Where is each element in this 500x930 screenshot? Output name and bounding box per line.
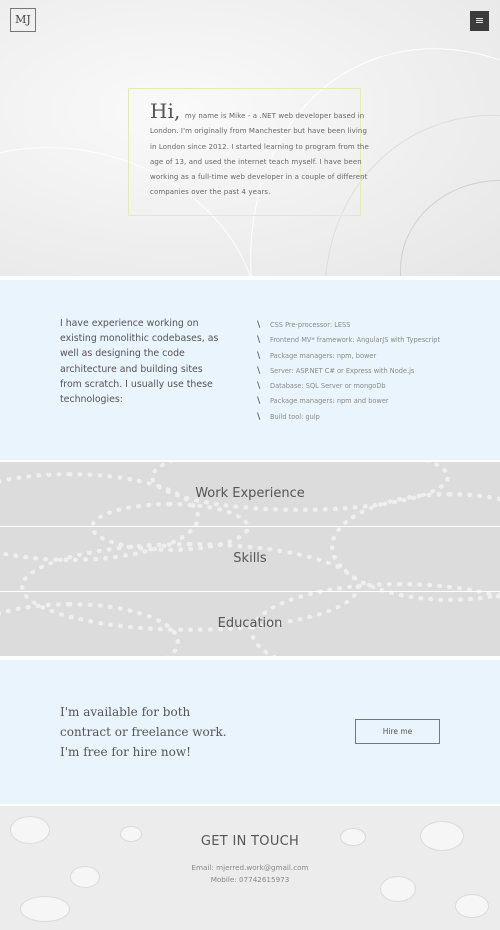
tick-icon: \ [257, 365, 261, 376]
tick-icon: \ [257, 320, 261, 330]
intro-text: Hi, my name is Mike - a .NET web develop… [150, 99, 370, 201]
tick-icon: \ [257, 335, 261, 346]
section-label: Work Experience [195, 486, 305, 501]
background-droplet [455, 894, 489, 918]
hire-me-button[interactable]: Hire me [355, 719, 440, 744]
hero-section: MJ ≡ Hi, my name is Mike - a .NET web de… [0, 0, 500, 276]
menu-button[interactable]: ≡ [470, 11, 489, 31]
technology-list: \ CSS Pre-processor: LESS \ Frontend MV* f… [255, 318, 495, 425]
mobile-text[interactable]: Mobile: 07742615973 [0, 875, 500, 884]
tick-icon: \ [257, 350, 261, 361]
skills-link[interactable]: Skills [0, 527, 500, 591]
list-item: \ CSS Pre-processor: LESS [255, 318, 495, 333]
section-label: Education [217, 616, 283, 631]
list-item: \ Package managers: npm and bower [255, 394, 495, 409]
hire-section: I'm available for both contract or freel… [0, 660, 500, 804]
list-item: \ Server: ASP.NET C# or Express with Node… [255, 364, 495, 379]
section-label: Skills [233, 551, 267, 566]
list-item: \ Build tool: gulp [255, 410, 495, 425]
experience-paragraph: I have experience working on existing mo… [60, 318, 219, 406]
availability-text: I'm available for both contract or freel… [60, 705, 227, 759]
technologies-section: I have experience working on existing mo… [0, 280, 500, 460]
tick-icon: \ [257, 381, 261, 392]
list-item: \ Database: SQL Server or mongoDb [255, 379, 495, 394]
education-link[interactable]: Education [0, 592, 500, 656]
site-logo[interactable]: MJ [10, 8, 36, 32]
contact-title: GET IN TOUCH [200, 834, 300, 849]
email-text[interactable]: Email: mjerred.work@gmail.com [0, 863, 500, 872]
tick-icon: \ [257, 411, 261, 422]
intro-greeting: Hi, [150, 99, 181, 123]
section-links: Work Experience Skills Education [0, 462, 500, 656]
background-droplet [20, 896, 70, 922]
work-experience-link[interactable]: Work Experience [0, 462, 500, 526]
contact-section: GET IN TOUCH Email: mjerred.work@gmail.c… [0, 806, 500, 930]
intro-body: my name is Mike - a .NET web developer b… [150, 112, 369, 197]
tick-icon: \ [257, 396, 261, 407]
list-item: \ Package managers: npm, bower [255, 349, 495, 364]
hamburger-icon: ≡ [474, 14, 485, 27]
list-item: \ Frontend MV* framework: AngularJS with … [255, 333, 495, 348]
